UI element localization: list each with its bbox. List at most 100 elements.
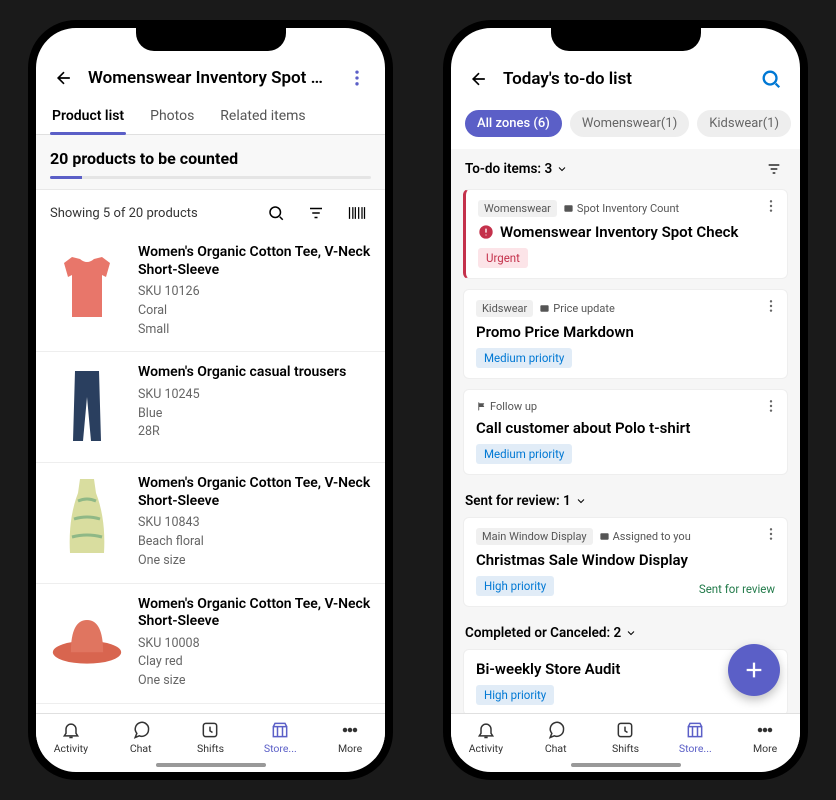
chip-kidswear[interactable]: Kidswear(1) [697, 110, 791, 137]
card-zone-tag: Kidswear [476, 300, 533, 317]
nav-label: Shifts [612, 742, 639, 755]
zone-chips: All zones (6) Womenswear(1) Kidswear(1) [451, 102, 800, 149]
nav-activity[interactable]: Activity [451, 714, 521, 759]
screen-todo: Today's to-do list All zones (6) Womensw… [451, 28, 800, 772]
product-size: One size [138, 552, 371, 571]
section-review-header[interactable]: Sent for review: 1 [451, 485, 800, 517]
product-size: 28R [138, 423, 371, 442]
notch [551, 27, 701, 51]
product-thumbnail [50, 364, 124, 450]
card-tags: Womenswear Spot Inventory Count [478, 200, 775, 217]
nav-activity[interactable]: Activity [36, 714, 106, 759]
filter-icon [766, 161, 782, 177]
card-zone-tag: Main Window Display [476, 528, 593, 545]
more-vertical-icon [763, 526, 779, 542]
card-tags: Follow up [476, 400, 775, 413]
nav-label: Store... [679, 742, 712, 755]
product-list[interactable]: Women's Organic Cotton Tee, V-Neck Short… [36, 232, 385, 713]
product-thumbnail [50, 475, 124, 561]
tab-related-items[interactable]: Related items [218, 100, 307, 134]
clock-icon [200, 720, 220, 740]
barcode-icon [347, 204, 367, 222]
search-button[interactable] [263, 200, 289, 226]
product-color: Blue [138, 405, 371, 424]
product-color: Clay red [138, 653, 371, 672]
product-row[interactable]: Women's Organic Cotton Tee, V-Neck Short… [36, 463, 385, 583]
tab-product-list[interactable]: Product list [50, 100, 126, 134]
card-more-button[interactable] [763, 298, 779, 318]
nav-chat[interactable]: Chat [521, 714, 591, 759]
card-more-button[interactable] [763, 398, 779, 418]
nav-shifts[interactable]: Shifts [176, 714, 246, 759]
card-title: Christmas Sale Window Display [476, 551, 775, 569]
section-done-title: Completed or Canceled: 2 [465, 625, 637, 641]
more-vertical-icon [763, 298, 779, 314]
nav-store[interactable]: Store... [660, 714, 730, 759]
toolbar-actions [263, 200, 371, 226]
product-color: Coral [138, 302, 371, 321]
card-more-button[interactable] [763, 526, 779, 546]
nav-shifts[interactable]: Shifts [591, 714, 661, 759]
card-priority: High priority [476, 685, 554, 705]
more-button[interactable] [343, 64, 371, 92]
back-button[interactable] [465, 65, 493, 93]
product-row[interactable]: Women's Organic Cotton Tee, V-Neck Short… [36, 232, 385, 352]
card-status: Sent for review [699, 582, 775, 596]
product-sku: SKU 10843 [138, 514, 371, 533]
filter-button[interactable] [303, 200, 329, 226]
plus-icon [743, 659, 765, 681]
tabs: Product list Photos Related items [36, 100, 385, 135]
fab-add[interactable] [728, 644, 780, 696]
product-info: Women's Organic casual trousers SKU 1024… [138, 364, 371, 450]
todo-card[interactable]: Kidswear Price update Promo Price Markdo… [463, 289, 788, 379]
product-info: Women's Organic Cotton Tee, V-Neck Short… [138, 596, 371, 691]
progress-fill [50, 176, 82, 179]
section-review-title: Sent for review: 1 [465, 493, 587, 509]
todo-card[interactable]: Follow up Call customer about Polo t-shi… [463, 389, 788, 475]
nav-store[interactable]: Store... [245, 714, 315, 759]
bottom-nav: Activity Chat Shifts Store...More [36, 713, 385, 759]
nav-label: Shifts [197, 742, 224, 755]
arrow-left-icon [469, 69, 489, 89]
todo-content[interactable]: To-do items: 3 Womenswear Spot Inventory… [451, 149, 800, 713]
notch [136, 27, 286, 51]
chevron-down-icon [556, 163, 568, 175]
card-priority: Medium priority [476, 348, 572, 368]
product-sku: SKU 10245 [138, 386, 371, 405]
nav-label: Chat [130, 742, 152, 755]
product-row[interactable]: Women's Organic casual trousers [36, 704, 385, 713]
chip-all-zones[interactable]: All zones (6) [465, 110, 562, 137]
search-button[interactable] [756, 64, 786, 94]
product-thumbnail [50, 244, 124, 330]
card-title: Womenswear Inventory Spot Check [478, 223, 775, 241]
card-zone-tag: Womenswear [478, 200, 557, 217]
count-banner: 20 products to be counted [36, 135, 385, 190]
todo-card[interactable]: Main Window Display Assigned to you Chri… [463, 517, 788, 607]
store-icon [270, 720, 290, 740]
nav-chat[interactable]: Chat [106, 714, 176, 759]
nav-more[interactable]: More [730, 714, 800, 759]
barcode-button[interactable] [343, 200, 371, 226]
product-sku: SKU 10008 [138, 635, 371, 654]
todo-card[interactable]: Womenswear Spot Inventory Count Womenswe… [463, 189, 788, 279]
more-horizontal-icon [340, 720, 360, 740]
card-more-button[interactable] [763, 198, 779, 218]
progress-bar [50, 176, 371, 179]
filter-button[interactable] [762, 157, 786, 181]
home-indicator [571, 763, 681, 767]
product-color: Beach floral [138, 533, 371, 552]
section-todo-header[interactable]: To-do items: 3 [451, 149, 800, 189]
card-title: Call customer about Polo t-shirt [476, 419, 775, 437]
product-row[interactable]: Women's Organic Cotton Tee, V-Neck Short… [36, 584, 385, 704]
nav-more[interactable]: More [315, 714, 385, 759]
nav-label: More [753, 742, 777, 755]
more-horizontal-icon [755, 720, 775, 740]
bottom-nav: ActivityChat Shifts Store... More [451, 713, 800, 759]
chip-womenswear[interactable]: Womenswear(1) [570, 110, 689, 137]
back-button[interactable] [50, 64, 78, 92]
section-todo-title: To-do items: 3 [465, 161, 568, 177]
tab-photos[interactable]: Photos [148, 100, 196, 134]
card-type-tag: Price update [539, 302, 615, 315]
card-priority: Urgent [478, 248, 528, 268]
product-row[interactable]: Women's Organic casual trousers SKU 1024… [36, 352, 385, 463]
